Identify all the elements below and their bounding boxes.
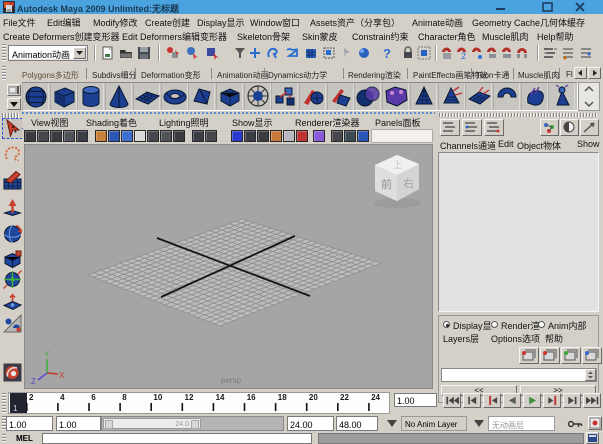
svg-text:2: 2: [461, 51, 466, 60]
svg-text:8: 8: [122, 393, 127, 402]
svg-text:6: 6: [91, 393, 96, 402]
svg-text:前: 前: [381, 177, 392, 191]
svg-text:22: 22: [340, 393, 349, 402]
svg-text:18: 18: [278, 393, 287, 402]
svg-text:X: X: [59, 371, 65, 380]
svg-text:右: 右: [403, 176, 414, 190]
svg-text:16: 16: [247, 393, 256, 402]
svg-text:20: 20: [309, 393, 318, 402]
svg-text:persp: persp: [221, 376, 242, 385]
svg-text:Z: Z: [31, 377, 36, 386]
svg-text:?: ?: [383, 46, 391, 60]
svg-text:4: 4: [60, 393, 65, 402]
svg-text:14: 14: [216, 393, 225, 402]
svg-text:12: 12: [185, 393, 194, 402]
svg-text:10: 10: [153, 393, 162, 402]
svg-text:2: 2: [29, 393, 34, 402]
svg-text:24: 24: [371, 393, 380, 402]
svg-text:1: 1: [13, 404, 18, 413]
svg-text:上: 上: [393, 160, 402, 170]
svg-text:Y: Y: [44, 350, 50, 359]
